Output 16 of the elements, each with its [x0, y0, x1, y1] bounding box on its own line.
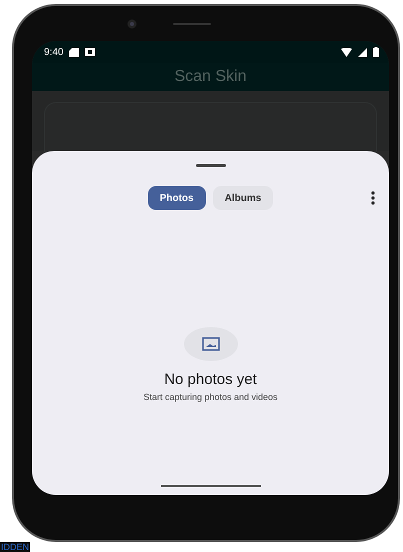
tab[interactable]: Photos [148, 186, 206, 210]
camera-icon [127, 18, 137, 28]
drag-handle[interactable] [196, 164, 226, 167]
background-code-text: IDDEN [0, 542, 30, 552]
wifi-icon [341, 48, 352, 56]
signal-icon [358, 48, 367, 56]
empty-subtitle: Start capturing photos and videos [143, 392, 278, 402]
more-icon[interactable] [371, 191, 375, 205]
tab[interactable]: Albums [212, 186, 274, 210]
status-time: 9:40 [44, 46, 64, 58]
sd-card-icon [69, 48, 80, 56]
empty-title: No photos yet [164, 371, 257, 388]
app-title: Scan Skin [174, 68, 247, 86]
notification-icon [85, 48, 96, 56]
image-icon [202, 337, 220, 351]
battery-icon [373, 47, 379, 57]
